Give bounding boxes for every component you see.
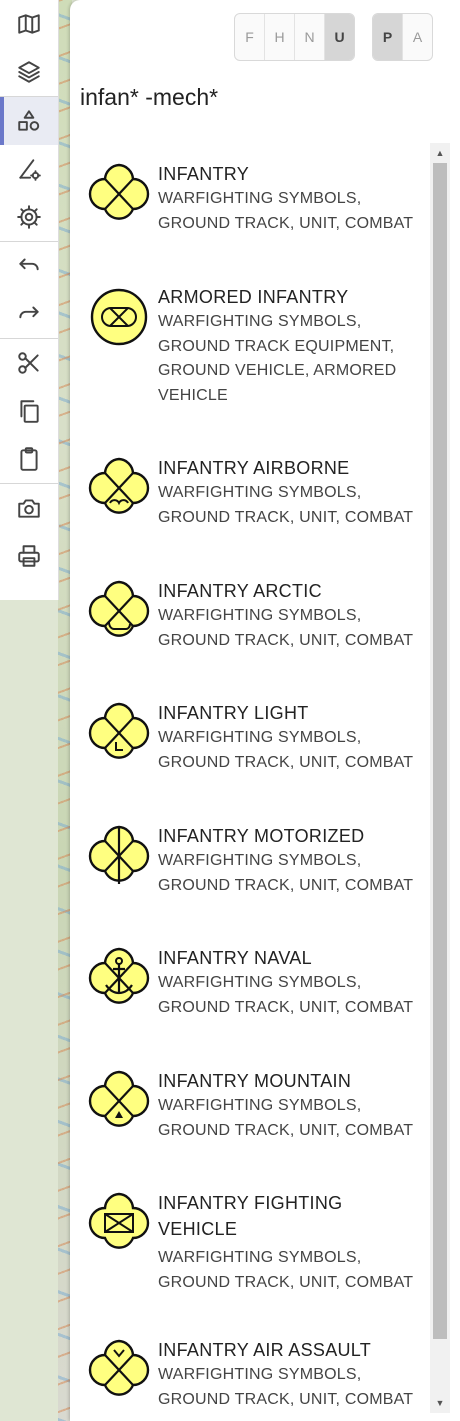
identity-filter-u[interactable]: U [325, 14, 354, 60]
armored-infantry-symbol-icon [90, 288, 148, 346]
list-item[interactable]: INFANTRY FIGHTING VEHICLE WARFIGHTING SY… [82, 1190, 430, 1295]
result-name: INFANTRY MOUNTAIN [158, 1071, 352, 1091]
symbols-button[interactable] [0, 97, 58, 145]
copy-icon [20, 400, 39, 423]
result-category-line: WARFIGHTING SYMBOLS, [158, 729, 362, 746]
settings-gear-icon [17, 205, 41, 229]
status-filter-a[interactable]: A [403, 14, 432, 60]
list-item[interactable]: INFANTRY WARFIGHTING SYMBOLS, GROUND TRA… [82, 161, 430, 236]
result-name: INFANTRY FIGHTING [158, 1193, 343, 1213]
result-category-line: WARFIGHTING SYMBOLS, [158, 974, 362, 991]
result-category-line: WARFIGHTING SYMBOLS, [158, 1097, 362, 1114]
infantry-symbol-icon [88, 163, 150, 220]
result-category-line: WARFIGHTING SYMBOLS, [158, 1249, 362, 1266]
undo-button[interactable] [0, 242, 58, 290]
infantry-motorized-symbol-icon [88, 825, 150, 884]
result-name: ARMORED INFANTRY [158, 287, 349, 307]
identity-filter-n[interactable]: N [295, 14, 325, 60]
result-name: INFANTRY AIRBORNE [158, 458, 350, 478]
list-item[interactable]: INFANTRY MOTORIZED WARFIGHTING SYMBOLS, … [82, 823, 430, 898]
infantry-naval-symbol-icon [88, 947, 150, 1004]
list-item[interactable]: INFANTRY ARCTIC WARFIGHTING SYMBOLS, GRO… [82, 578, 430, 653]
scrollbar-thumb[interactable] [433, 163, 447, 1339]
list-item[interactable]: INFANTRY LIGHT WARFIGHTING SYMBOLS, GROU… [82, 700, 430, 775]
result-category-line: GROUND TRACK EQUIPMENT, [158, 337, 395, 355]
result-category-line: GROUND TRACK, UNIT, COMBAT [158, 1121, 414, 1139]
identity-filter-h[interactable]: H [265, 14, 295, 60]
print-button[interactable] [0, 532, 58, 580]
result-name: INFANTRY [158, 164, 250, 184]
print-icon [18, 545, 40, 567]
copy-button[interactable] [0, 387, 58, 435]
result-category-line: GROUND TRACK, UNIT, COMBAT [158, 1390, 414, 1408]
result-name: INFANTRY LIGHT [158, 703, 309, 723]
redo-button[interactable] [0, 290, 58, 338]
result-category-line: GROUND TRACK, UNIT, COMBAT [158, 753, 414, 771]
infantry-mountain-symbol-icon [88, 1070, 150, 1127]
results-list: INFANTRY WARFIGHTING SYMBOLS, GROUND TRA… [82, 143, 430, 1413]
result-category-line: WARFIGHTING SYMBOLS, [158, 190, 362, 207]
result-name: INFANTRY MOTORIZED [158, 826, 365, 846]
list-item[interactable]: ARMORED INFANTRY WARFIGHTING SYMBOLS, GR… [82, 284, 430, 408]
infantry-fighting-vehicle-symbol-icon [88, 1192, 150, 1249]
draw-settings-icon [19, 159, 41, 181]
camera-icon [18, 499, 40, 518]
result-name: INFANTRY AIR ASSAULT [158, 1340, 372, 1360]
scroll-down-arrow-icon[interactable]: ▼ [430, 1395, 450, 1411]
scroll-up-arrow-icon[interactable]: ▲ [430, 145, 450, 161]
map-icon [18, 14, 40, 34]
left-toolbar [0, 0, 59, 600]
identity-filter: F H N U [234, 13, 355, 61]
result-category-line: WARFIGHTING SYMBOLS, [158, 607, 362, 624]
paste-clipboard-icon [20, 447, 38, 471]
result-category-line: GROUND TRACK, UNIT, COMBAT [158, 508, 414, 526]
infantry-arctic-symbol-icon [88, 580, 150, 637]
result-category-line: WARFIGHTING SYMBOLS, [158, 852, 362, 869]
result-name: INFANTRY ARCTIC [158, 581, 322, 601]
cut-scissors-icon [18, 352, 39, 374]
infantry-air-assault-symbol-icon [88, 1339, 150, 1396]
results-scrollbar[interactable]: ▲ ▼ [430, 143, 450, 1413]
result-name: INFANTRY NAVAL [158, 948, 312, 968]
search-input[interactable]: infan* -mech* [80, 84, 218, 111]
result-category-line: GROUND TRACK, UNIT, COMBAT [158, 998, 414, 1016]
result-category-line: VEHICLE [158, 386, 228, 404]
result-category-line: GROUND TRACK, UNIT, COMBAT [158, 876, 414, 894]
draw-settings-button[interactable] [0, 145, 58, 193]
undo-icon [19, 258, 39, 271]
map-button[interactable] [0, 0, 58, 48]
settings-button[interactable] [0, 193, 58, 241]
layers-button[interactable] [0, 48, 58, 96]
list-item[interactable]: INFANTRY AIR ASSAULT WARFIGHTING SYMBOLS… [82, 1337, 430, 1412]
result-category-line: WARFIGHTING SYMBOLS, [158, 484, 362, 501]
list-item[interactable]: INFANTRY NAVAL WARFIGHTING SYMBOLS, GROU… [82, 945, 430, 1020]
result-category-line: GROUND TRACK, UNIT, COMBAT [158, 631, 414, 649]
result-category-line: GROUND VEHICLE, ARMORED [158, 362, 397, 379]
status-filter: P A [372, 13, 433, 61]
paste-button[interactable] [0, 435, 58, 483]
infantry-light-symbol-icon [88, 702, 150, 759]
result-category-line: WARFIGHTING SYMBOLS, [158, 1366, 362, 1383]
list-item[interactable]: INFANTRY AIRBORNE WARFIGHTING SYMBOLS, G… [82, 455, 430, 530]
result-name: VEHICLE [158, 1219, 238, 1239]
layers-icon [18, 61, 40, 83]
cut-button[interactable] [0, 339, 58, 387]
symbols-icon [18, 110, 40, 131]
status-filter-p[interactable]: P [373, 14, 403, 60]
result-category-line: GROUND TRACK, UNIT, COMBAT [158, 214, 414, 232]
redo-icon [19, 306, 39, 319]
result-category-line: WARFIGHTING SYMBOLS, [158, 313, 362, 330]
infantry-airborne-symbol-icon [88, 457, 150, 514]
identity-filter-f[interactable]: F [235, 14, 265, 60]
screenshot-button[interactable] [0, 484, 58, 532]
result-category-line: GROUND TRACK, UNIT, COMBAT [158, 1273, 414, 1291]
list-item[interactable]: INFANTRY MOUNTAIN WARFIGHTING SYMBOLS, G… [82, 1068, 430, 1143]
symbol-search-panel: F H N U P A infan* -mech* INFANTRY WARFI… [70, 0, 460, 1421]
